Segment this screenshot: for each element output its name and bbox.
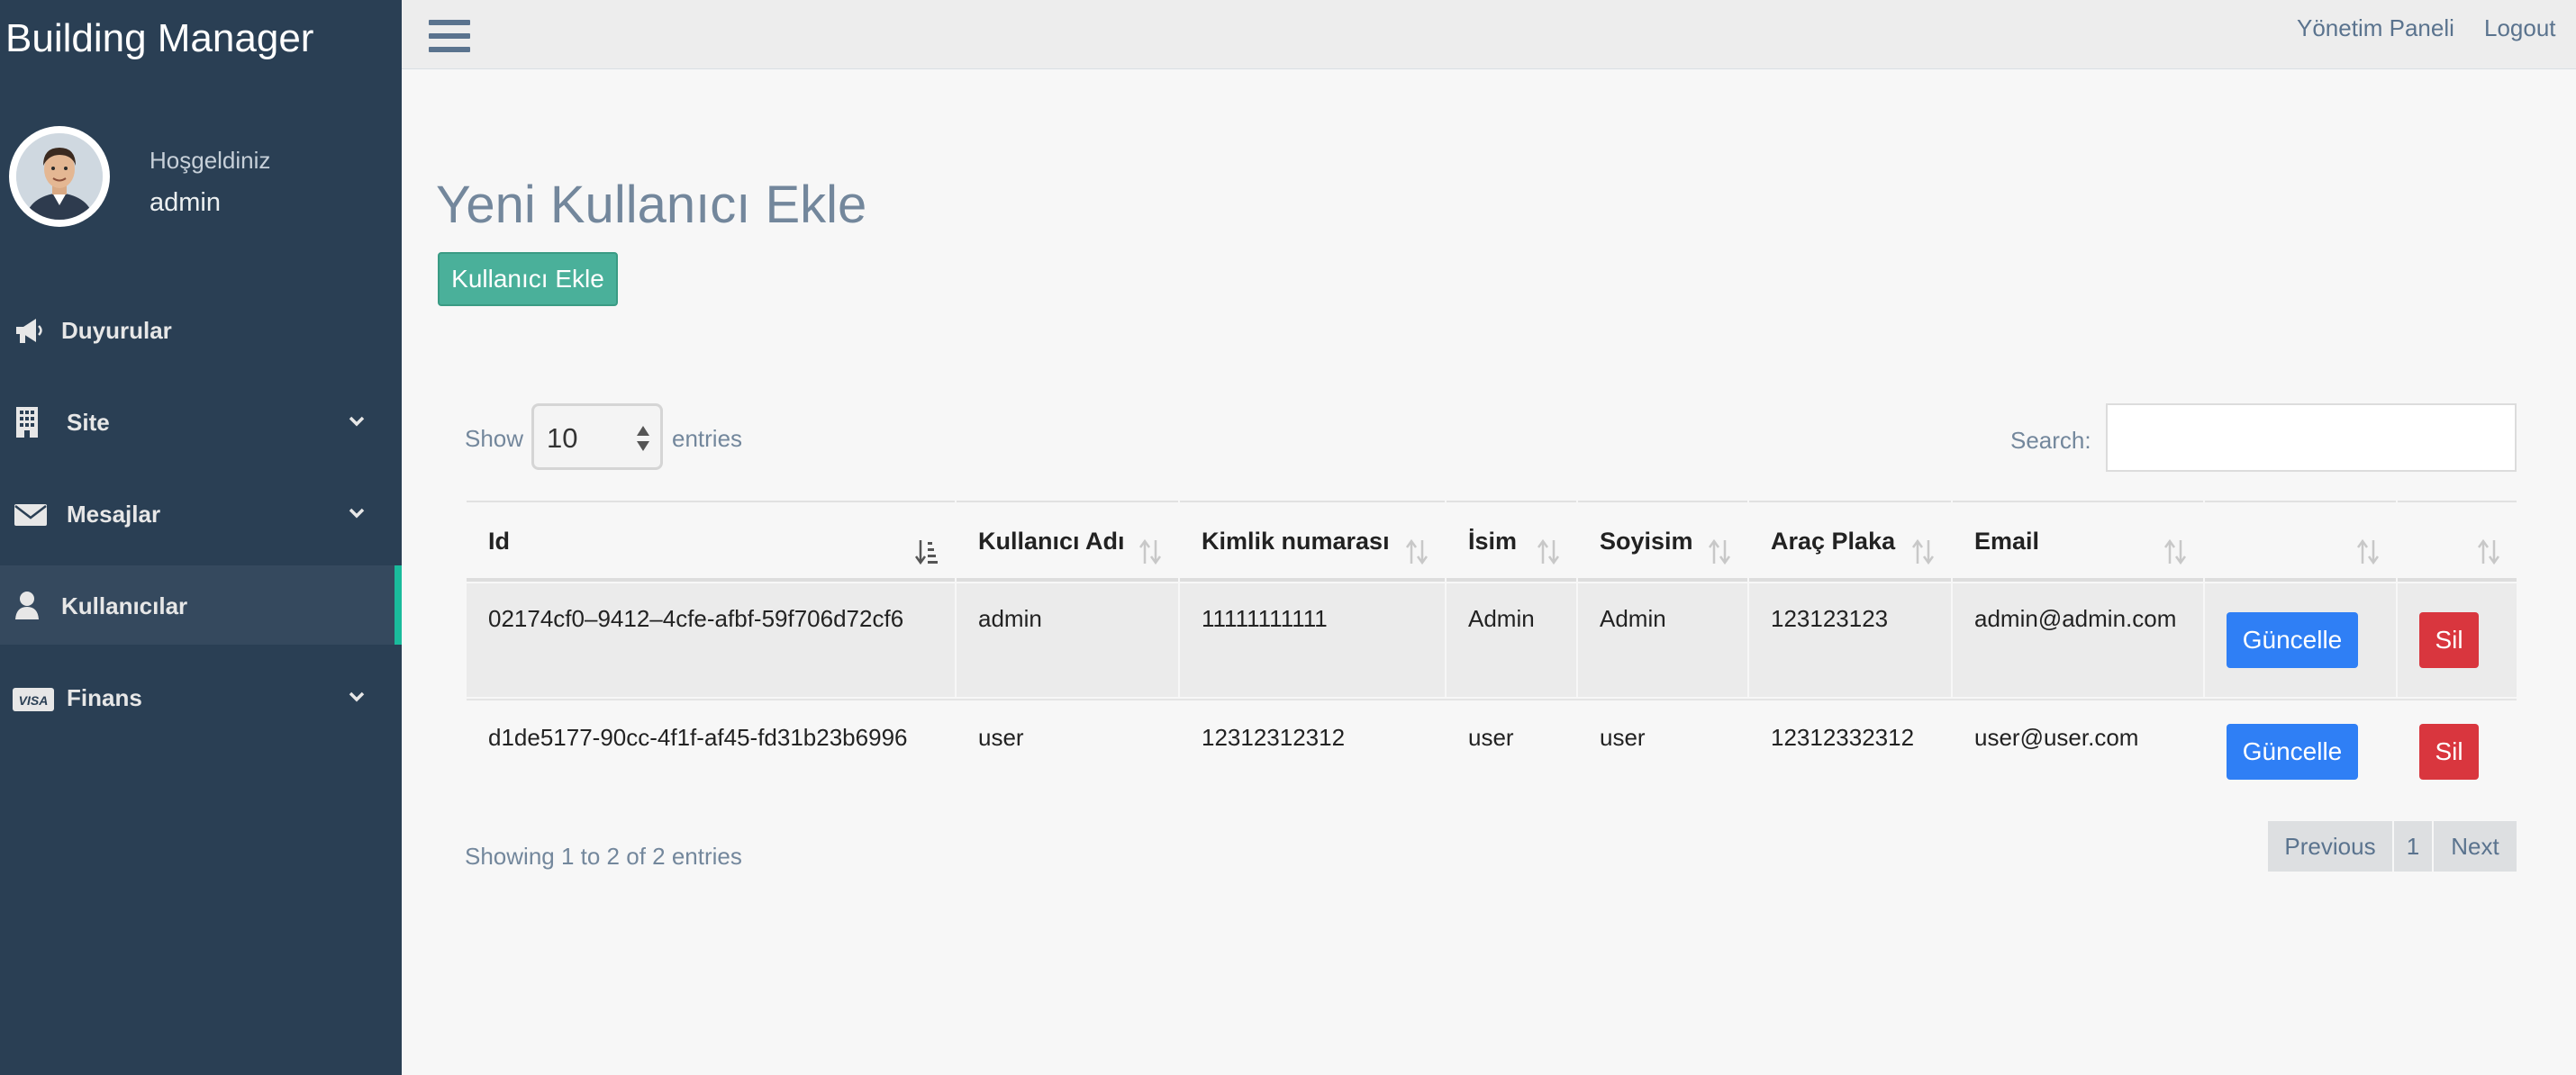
pagination-next[interactable]: Next [2434,821,2517,872]
delete-button[interactable]: Sil [2419,612,2479,668]
sidebar-item-label: Duyurular [61,317,172,344]
column-header-kimlik[interactable]: Kimlik numarası [1180,501,1445,582]
table-cell: 02174cf0–9412–4cfe-afbf-59f706d72cf6 [467,583,955,697]
user-icon [15,592,39,619]
search-label: Search: [2010,427,2091,454]
table-cell: 11111111111 [1180,583,1445,697]
logout-link[interactable]: Logout [2484,14,2556,42]
column-header-update[interactable] [2205,501,2396,582]
megaphone-icon [16,319,42,343]
username: admin [150,188,221,217]
sidebar-item-label: Mesajlar [67,501,161,528]
pagination-previous[interactable]: Previous [2268,821,2392,872]
table-cell: Güncelle [2205,700,2396,814]
sidebar-item-label: Site [67,409,110,436]
table-cell: d1de5177-90cc-4f1f-af45-fd31b23b6996 [488,724,908,751]
building-icon [16,407,38,438]
sidebar-item-label: Finans [67,684,142,711]
sort-icon [1911,538,1935,565]
table-cell: Admin [1578,583,1747,697]
sidebar-item-mesajlar[interactable]: Mesajlar [0,474,402,553]
welcome-text: Hoşgeldiniz [150,147,271,174]
column-header-delete[interactable] [2398,501,2517,582]
table-info: Showing 1 to 2 of 2 entries [465,843,742,870]
entries-label: entries [672,425,743,452]
sort-icon [2356,538,2380,565]
add-user-button[interactable]: Kullanıcı Ekle [438,252,618,306]
column-header-email[interactable]: Email [1953,501,2203,582]
sidebar-item-site[interactable]: Site [0,382,402,461]
column-header-id[interactable]: Id [467,501,955,582]
svg-text:VISA: VISA [19,693,49,708]
sidebar-item-finans[interactable]: VISA Finans [0,657,402,736]
chevron-down-icon [349,416,365,427]
sidebar-item-duyurular[interactable]: Duyurular [0,290,402,369]
pagination-page-1[interactable]: 1 [2394,821,2432,872]
chevron-down-icon [349,691,365,702]
hamburger-menu-icon[interactable] [429,18,470,54]
sidebar: Building Manager Hoşgeldiniz admin Duyur… [0,0,402,1075]
search-input[interactable] [2106,403,2517,472]
table-cell: user [1600,724,1646,751]
sort-ascending-icon [915,540,938,565]
table-cell: Sil [2398,700,2517,814]
top-bar: Yönetim Paneli Logout [402,0,2576,69]
update-button[interactable]: Güncelle [2227,724,2358,780]
table-cell: Sil [2398,583,2517,697]
sidebar-item-label: Kullanıcılar [61,592,188,619]
table-cell: admin [957,583,1178,697]
page-title: Yeni Kullanıcı Ekle [436,176,867,234]
entries-select[interactable]: 10 [531,403,663,470]
select-arrows-icon [637,426,649,451]
yonetim-paneli-link[interactable]: Yönetim Paneli [2297,14,2454,42]
visa-card-icon: VISA [13,688,54,711]
entries-select-value: 10 [547,422,578,454]
table-cell: Admin [1447,583,1576,697]
column-header-isim[interactable]: İsim [1447,501,1576,582]
sort-icon [1405,538,1429,565]
sort-icon [1537,538,1560,565]
table-cell: user [978,724,1024,751]
sort-icon [1708,538,1731,565]
table-cell: Güncelle [2205,583,2396,697]
table-cell: user [1468,724,1514,751]
sort-icon [2163,538,2187,565]
table-cell: admin@admin.com [1953,583,2203,697]
table-cell: 12312312312 [1202,724,1346,751]
table-cell: 12312332312 [1771,724,1915,751]
table-cell: user@user.com [1974,724,2139,751]
avatar [9,126,110,227]
column-header-arac-plaka[interactable]: Araç Plaka [1749,501,1951,582]
column-header-soyisim[interactable]: Soyisim [1578,501,1747,582]
sort-icon [2477,538,2500,565]
chevron-down-icon [349,508,365,519]
delete-button[interactable]: Sil [2419,724,2479,780]
brand-title[interactable]: Building Manager [5,16,313,61]
sort-icon [1138,538,1162,565]
column-header-kullanici-adi[interactable]: Kullanıcı Adı [957,501,1178,582]
envelope-icon [14,504,47,526]
table-cell: 123123123 [1749,583,1951,697]
sidebar-item-kullanicilar[interactable]: Kullanıcılar [0,565,402,645]
show-label: Show [465,425,524,452]
update-button[interactable]: Güncelle [2227,612,2358,668]
